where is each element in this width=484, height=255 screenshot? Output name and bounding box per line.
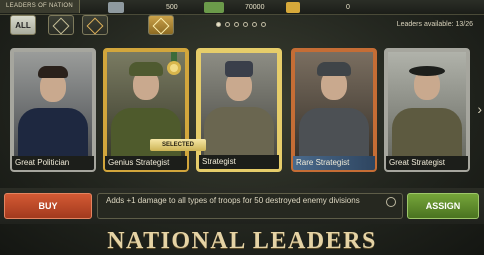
rare-rank-icon — [86, 17, 104, 35]
page-dot[interactable] — [216, 22, 221, 27]
leader-cap — [317, 62, 351, 76]
leader-portrait — [201, 53, 277, 155]
leader-portrait — [295, 52, 373, 156]
banner-title: NATIONAL LEADERS — [107, 228, 377, 254]
leader-card-label: Great Strategist — [386, 156, 468, 170]
leader-kepi — [225, 61, 253, 77]
selected-badge: SELECTED — [150, 139, 206, 151]
leader-torso — [204, 107, 274, 155]
description-text: Adds +1 damage to all types of troops fo… — [106, 196, 360, 205]
common-rank-icon — [52, 17, 70, 35]
leader-torso — [392, 108, 462, 156]
leader-torso — [18, 108, 88, 156]
leader-portrait — [14, 52, 92, 156]
gold-value: 0 — [346, 3, 350, 11]
leader-card-label: Genius Strategist — [105, 156, 187, 170]
top-bar: LEADERS OF NATION 500 70000 0 — [0, 0, 484, 15]
leader-cap — [129, 62, 163, 76]
next-arrow-icon[interactable]: › — [477, 101, 482, 117]
filter-all[interactable]: ALL — [10, 15, 36, 35]
page-dot[interactable] — [261, 22, 266, 27]
assign-button[interactable]: ASSIGN — [407, 193, 479, 219]
leader-card-great-politician[interactable]: Great Politician — [10, 48, 96, 172]
leader-card-label: Great Politician — [12, 156, 94, 170]
page-dot[interactable] — [243, 22, 248, 27]
leader-card-great-strategist[interactable]: Great Strategist — [384, 48, 470, 172]
leader-card-label: Rare Strategist — [293, 156, 375, 170]
leader-card-rare-strategist[interactable]: Rare Strategist — [291, 48, 377, 172]
resource-cash-value: 70000 — [245, 1, 264, 13]
filter-common[interactable] — [48, 15, 74, 35]
resource-silver — [108, 1, 128, 13]
resource-gold — [286, 1, 304, 13]
gold-icon — [286, 1, 300, 13]
medal-icon — [167, 52, 181, 75]
cash-value: 70000 — [245, 3, 265, 11]
silver-value: 500 — [166, 3, 178, 11]
cash-icon — [204, 1, 224, 13]
filter-all-label: ALL — [15, 21, 31, 30]
resource-silver-value: 500 — [166, 1, 178, 13]
leader-torso — [299, 108, 369, 156]
leader-card-label: Strategist — [199, 155, 279, 169]
leader-portrait — [388, 52, 466, 156]
leaders-available: Leaders available: 13/26 — [396, 21, 473, 28]
filter-elite[interactable] — [148, 15, 174, 35]
page-dot[interactable] — [234, 22, 239, 27]
page-dots — [216, 22, 266, 27]
elite-rank-icon — [152, 17, 170, 35]
page-dot[interactable] — [252, 22, 257, 27]
resource-gold-value: 0 — [346, 1, 350, 13]
page-dot[interactable] — [225, 22, 230, 27]
buy-button[interactable]: BUY — [4, 193, 92, 219]
filter-rare[interactable] — [82, 15, 108, 35]
silver-icon — [108, 1, 124, 13]
leader-hair — [38, 66, 68, 78]
window-title: LEADERS OF NATION — [0, 0, 80, 13]
info-icon — [386, 197, 396, 207]
resource-cash — [204, 1, 228, 13]
leader-beret — [409, 66, 445, 76]
leader-card-strategist[interactable]: Strategist — [196, 48, 282, 172]
